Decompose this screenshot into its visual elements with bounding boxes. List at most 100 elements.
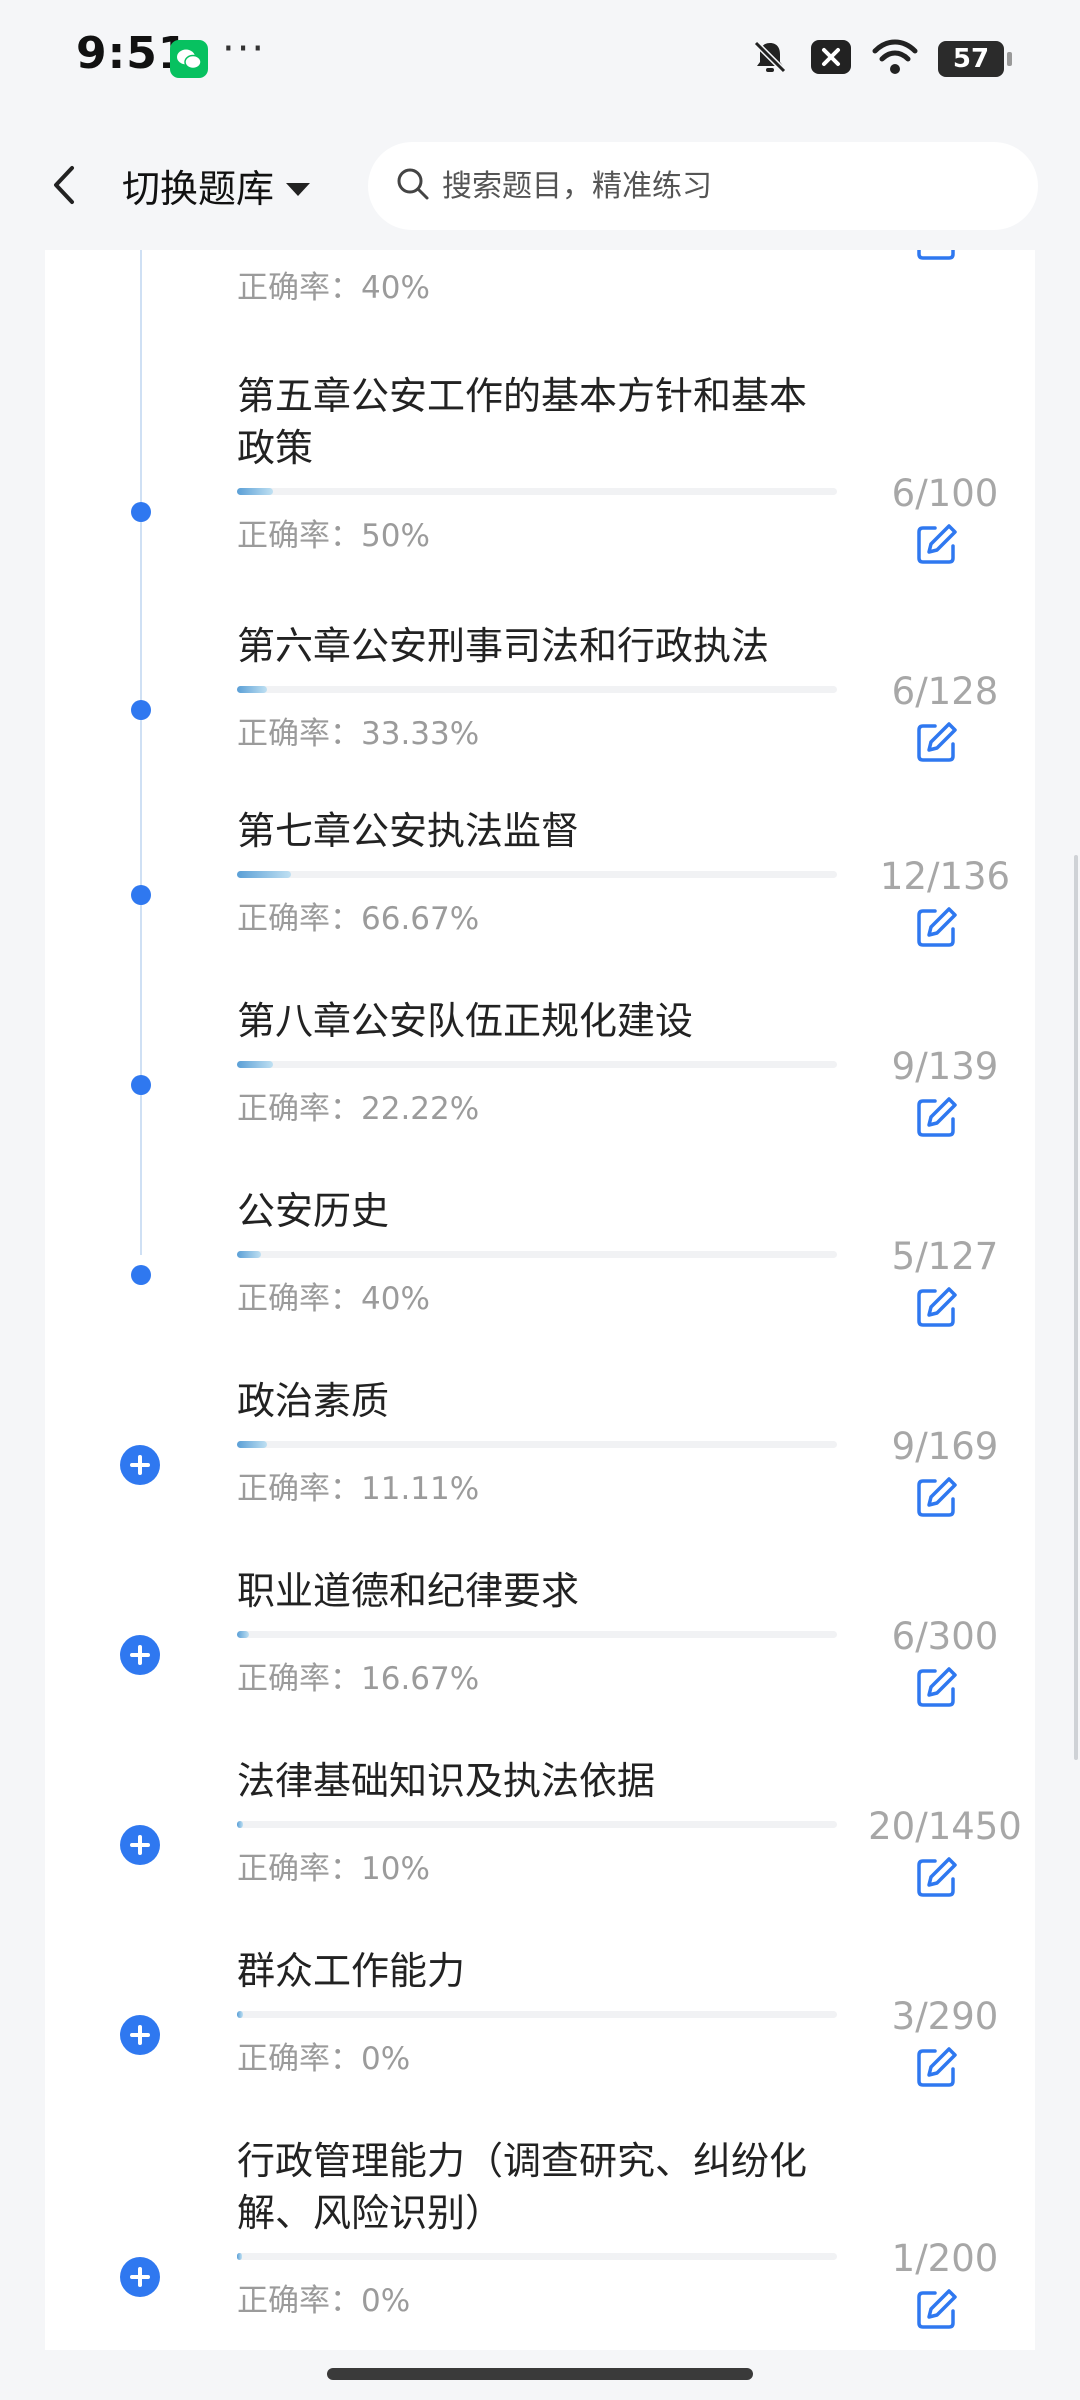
edit-practice-icon[interactable]: [915, 720, 959, 764]
expand-plus-icon[interactable]: [120, 1445, 160, 1485]
accuracy-value: 66.67%: [361, 901, 480, 937]
accuracy-label: 正确率：: [237, 1471, 361, 1507]
accuracy-text: 正确率：22.22%: [237, 1083, 479, 1128]
question-count: 6/128: [891, 670, 999, 713]
accuracy-label: 正确率：: [237, 1281, 361, 1317]
accuracy-text: 正确率：16.67%: [237, 1653, 479, 1698]
accuracy-value: 40%: [361, 1281, 430, 1317]
chapter-row[interactable]: 第六章公安刑事司法和行政执法 正确率：33.33% 6/128: [45, 620, 1035, 800]
edit-practice-icon[interactable]: [915, 522, 959, 566]
chapter-title: 公安历史: [237, 1189, 390, 1233]
progress-bar: [237, 1251, 837, 1258]
back-arrow-icon[interactable]: [40, 160, 90, 210]
progress-bar: [237, 488, 837, 495]
timeline-dot: [131, 502, 151, 522]
accuracy-label: 正确率：: [237, 1091, 361, 1127]
chapter-title: 第八章公安队伍正规化建设: [237, 999, 694, 1043]
edit-practice-icon[interactable]: [915, 250, 959, 262]
accuracy-value: 0%: [361, 2041, 411, 2077]
expand-plus-icon[interactable]: [120, 2257, 160, 2297]
question-count: 9/169: [891, 1425, 999, 1468]
search-input[interactable]: [440, 167, 1004, 205]
chapter-row[interactable]: 第八章公安队伍正规化建设 正确率：22.22% 9/139: [45, 995, 1035, 1175]
switch-question-bank-button[interactable]: 切换题库: [122, 158, 312, 213]
accuracy-value: 11.11%: [361, 1471, 480, 1507]
accuracy-value: 10%: [361, 1851, 430, 1887]
chapter-row[interactable]: 职业道德和纪律要求 正确率：16.67% 6/300: [45, 1565, 1035, 1745]
expand-plus-icon[interactable]: [120, 2015, 160, 2055]
expand-plus-icon[interactable]: [120, 1825, 160, 1865]
chapter-row[interactable]: 法律基础知识及执法依据 正确率：10% 20/1450: [45, 1755, 1035, 1935]
edit-practice-icon[interactable]: [915, 1095, 959, 1139]
accuracy-value: 40%: [361, 270, 430, 306]
chapter-row[interactable]: 公安历史正确率：40% 5/127: [45, 1185, 1035, 1365]
top-bar: 切换题库: [0, 120, 1080, 250]
status-icons: 57: [750, 34, 1012, 84]
accuracy-label: 正确率：: [237, 2041, 361, 2077]
progress-bar: [237, 686, 837, 693]
accuracy-value: 0%: [361, 2283, 411, 2319]
accuracy-label: 正确率：: [237, 2283, 361, 2319]
accuracy-text: 正确率：40%: [237, 262, 430, 307]
timeline-dot: [131, 1075, 151, 1095]
status-bar: 9:51 ··· 57: [0, 0, 1080, 120]
edit-practice-icon[interactable]: [915, 2045, 959, 2089]
accuracy-text: 正确率：40%: [237, 1273, 430, 1318]
chapter-title: 第七章公安执法监督: [237, 809, 580, 853]
progress-bar: [237, 1441, 837, 1448]
question-count: 5/127: [891, 1235, 999, 1278]
progress-fill: [237, 1821, 243, 1828]
accuracy-text: 正确率：33.33%: [237, 708, 479, 753]
timeline-dot: [131, 885, 151, 905]
question-count: 9/139: [891, 1045, 999, 1088]
accuracy-value: 16.67%: [361, 1661, 480, 1697]
accuracy-text: 正确率：66.67%: [237, 893, 479, 938]
wifi-icon: [872, 38, 918, 80]
chapter-row[interactable]: 政治素质正确率：11.11% 9/169: [45, 1375, 1035, 1555]
search-bar[interactable]: [368, 142, 1038, 230]
edit-practice-icon[interactable]: [915, 905, 959, 949]
progress-fill: [237, 2011, 243, 2018]
expand-plus-icon[interactable]: [120, 1635, 160, 1675]
accuracy-value: 33.33%: [361, 716, 480, 752]
wechat-icon: [170, 40, 208, 78]
chapter-title: 第六章公安刑事司法和行政执法: [237, 624, 770, 668]
progress-bar: [237, 871, 837, 878]
accuracy-label: 正确率：: [237, 901, 361, 937]
timeline-dot: [131, 700, 151, 720]
chapter-title: 法律基础知识及执法依据: [237, 1759, 656, 1803]
accuracy-text: 正确率：10%: [237, 1843, 430, 1888]
progress-fill: [237, 1441, 267, 1448]
home-indicator[interactable]: [327, 2368, 753, 2380]
chapter-title: 群众工作能力: [237, 1949, 466, 1993]
scrollbar[interactable]: [1074, 855, 1078, 1760]
search-icon: [396, 167, 430, 205]
chapter-title: 政治素质: [237, 1379, 390, 1423]
progress-fill: [237, 1251, 261, 1258]
chapter-title: 第五章公安工作的基本方针和基本政策: [237, 374, 808, 470]
progress-fill: [237, 1061, 273, 1068]
edit-practice-icon[interactable]: [915, 1665, 959, 1709]
progress-bar: [237, 2011, 837, 2018]
chapter-row[interactable]: 群众工作能力 正确率：0% 3/290: [45, 1945, 1035, 2125]
more-notifications-icon: ···: [222, 26, 267, 72]
progress-bar: [237, 1821, 837, 1828]
edit-practice-icon[interactable]: [915, 1285, 959, 1329]
chapter-row[interactable]: 第五章公安工作的基本方针和基本政策正确率：50% 6/100: [45, 370, 1035, 564]
accuracy-label: 正确率：: [237, 518, 361, 554]
chapter-title: 职业道德和纪律要求: [237, 1569, 580, 1613]
edit-practice-icon[interactable]: [915, 2287, 959, 2331]
chapter-row[interactable]: 第七章公安执法监督 正确率：66.67% 12/136: [45, 805, 1035, 985]
accuracy-value: 50%: [361, 518, 430, 554]
edit-practice-icon[interactable]: [915, 1475, 959, 1519]
timeline-dot: [131, 1265, 151, 1285]
edit-practice-icon[interactable]: [915, 1855, 959, 1899]
chapter-list: 正确率：40% 第五章公安工作的基本方针和基本政策 正确率：50% 6/100 第六章公…: [45, 250, 1035, 2350]
chapter-row[interactable]: 行政管理能力（调查研究、纠纷化解、风险识别） 正确率：0% 1/200: [45, 2135, 1035, 2329]
question-count: 6/100: [891, 472, 999, 515]
chapter-title: 行政管理能力（调查研究、纠纷化解、风险识别）: [237, 2139, 808, 2235]
progress-fill: [237, 2253, 242, 2260]
progress-fill: [237, 686, 267, 693]
progress-fill: [237, 488, 273, 495]
accuracy-text: 正确率：50%: [237, 510, 430, 555]
